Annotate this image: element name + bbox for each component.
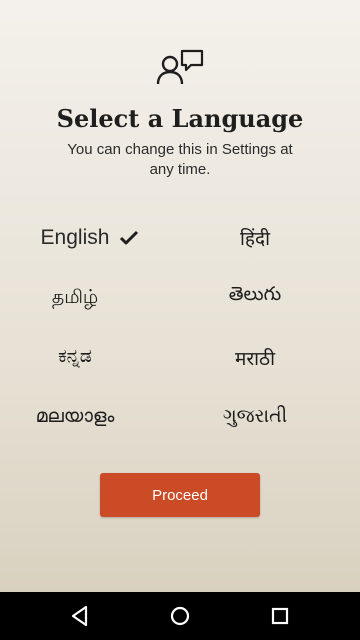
language-label: मराठी	[234, 348, 275, 370]
page-title: Select a Language	[56, 104, 304, 133]
language-label: తెలుగు	[228, 282, 282, 305]
language-option-tamil[interactable]: தமிழ்	[0, 276, 165, 320]
language-label: English	[40, 226, 110, 249]
language-option-marathi[interactable]: मराठी	[165, 336, 345, 380]
proceed-button[interactable]: Proceed	[100, 473, 260, 517]
language-label: हिंदी	[239, 228, 271, 250]
language-label: മലയാളം	[35, 405, 115, 427]
android-navigation-bar	[0, 592, 360, 640]
page-subtitle: You can change this in Settings at any t…	[67, 141, 293, 178]
language-option-english[interactable]: English	[0, 216, 180, 260]
language-option-telugu[interactable]: తెలుగు	[165, 274, 345, 318]
user-speech-bubble-icon	[156, 49, 204, 85]
language-selection-screen: Select a Language You can change this in…	[0, 0, 360, 592]
language-label: ગુજરાતી	[222, 405, 288, 427]
language-option-hindi[interactable]: हिंदी	[165, 216, 345, 260]
checkmark-icon	[120, 230, 139, 245]
back-triangle-icon[interactable]	[68, 604, 92, 628]
home-circle-icon[interactable]	[168, 604, 192, 628]
language-label: தமிழ்	[51, 285, 99, 308]
language-option-malayalam[interactable]: മലയാളം	[0, 394, 165, 438]
language-label: ಕನ್ನಡ	[58, 345, 92, 367]
language-option-gujarati[interactable]: ગુજરાતી	[165, 394, 345, 438]
recents-square-icon[interactable]	[268, 604, 292, 628]
language-option-kannada[interactable]: ಕನ್ನಡ	[0, 334, 165, 378]
